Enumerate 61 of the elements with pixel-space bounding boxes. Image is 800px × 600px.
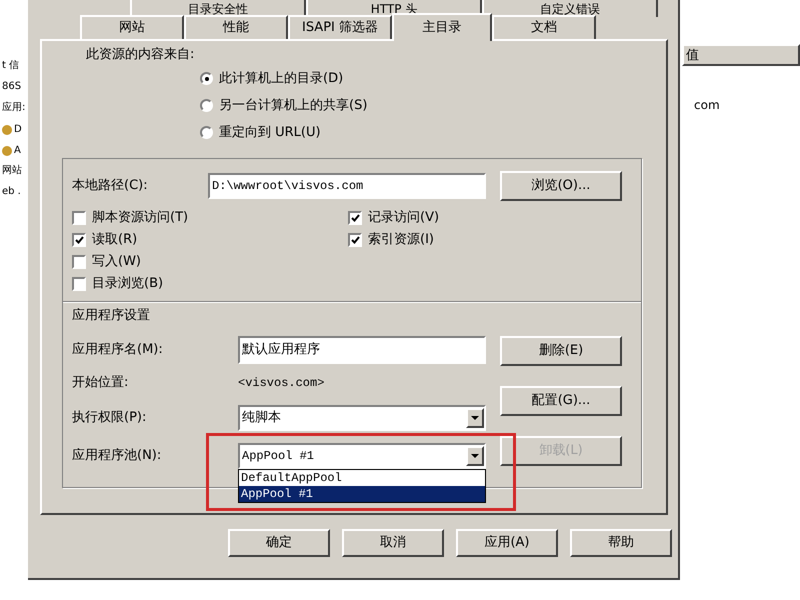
checkbox[interactable] [348,211,362,225]
dialog-button[interactable]: 配置(G)... [500,386,622,416]
dialog-button[interactable]: 删除(E) [500,336,622,366]
radio-button[interactable] [200,99,213,112]
app-name-field[interactable]: 默认应用程序 [238,336,486,364]
tree-item: D [14,123,22,137]
dropdown-arrow-button[interactable] [466,408,484,428]
tree-item: t 信 [2,59,20,73]
tree-item: A [14,144,21,158]
checkmark-icon [350,236,360,244]
checkbox[interactable] [72,255,86,269]
checkmark-icon [74,236,84,244]
checkbox[interactable] [72,277,86,291]
dialog-button[interactable]: 确定 [228,529,330,557]
dropdown-value: 纯脚本 [242,409,281,428]
section-title: 应用程序设置 [72,307,151,325]
field-label: 开始位置: [72,374,130,392]
radio-label: 此计算机上的目录(D) [219,70,344,88]
tab[interactable]: 性能 [184,15,288,39]
checkbox-label: 目录浏览(B) [92,275,164,294]
dropdown-value: AppPool #1 [242,448,314,465]
list-cell-text: com [693,97,721,114]
radio-button[interactable] [200,72,213,85]
start-location: <visvos.com> [238,375,324,392]
tab[interactable]: 文档 [492,15,596,39]
field-label: 执行权限(P): [72,409,148,428]
tab[interactable]: 目录安全性 [130,0,306,17]
checkbox-label: 脚本资源访问(T) [92,209,188,228]
field-label: 应用程序池(N): [72,447,162,466]
dialog-button[interactable]: 浏览(O)... [500,171,622,201]
pool-dropdown[interactable]: AppPool #1 [238,443,486,469]
tree-item: eb . [2,185,21,199]
field-label: 本地路径(C): [72,177,149,196]
checkbox-label: 记录访问(V) [368,209,440,228]
dialog-button[interactable]: 取消 [342,529,444,557]
dropdown-option[interactable]: AppPool #1 [239,486,485,502]
checkmark-icon [350,214,360,222]
checkbox[interactable] [72,211,86,225]
checkbox[interactable] [72,233,86,247]
permission-dropdown[interactable]: 纯脚本 [238,405,486,431]
tab[interactable]: 网站 [80,15,184,39]
radio-label: 另一台计算机上的共享(S) [219,96,368,115]
dialog-button[interactable]: 应用(A) [456,529,558,557]
checkbox-label: 写入(W) [92,253,141,272]
dropdown-arrow-button[interactable] [466,446,484,466]
field-label: 应用程序名(M): [72,341,164,360]
tab[interactable]: 主目录 [392,13,492,41]
column-header[interactable]: 值 [682,44,800,66]
checkbox-label: 索引资源(I) [368,231,434,250]
checkbox[interactable] [348,233,362,247]
radio-button[interactable] [200,126,213,139]
dialog-button[interactable]: 帮助 [570,529,672,557]
caret-icon [471,454,479,458]
caret-icon [471,416,479,420]
checkbox-label: 读取(R) [92,231,138,250]
tree-item: 网站 [2,164,22,178]
path-field[interactable]: D:\wwwroot\visvos.com [208,173,486,199]
section-label: 此资源的内容来自: [85,46,196,64]
radio-label: 重定向到 URL(U) [219,124,321,142]
tree-item: 86S [2,80,22,94]
tree-item: 应用: [2,100,26,115]
